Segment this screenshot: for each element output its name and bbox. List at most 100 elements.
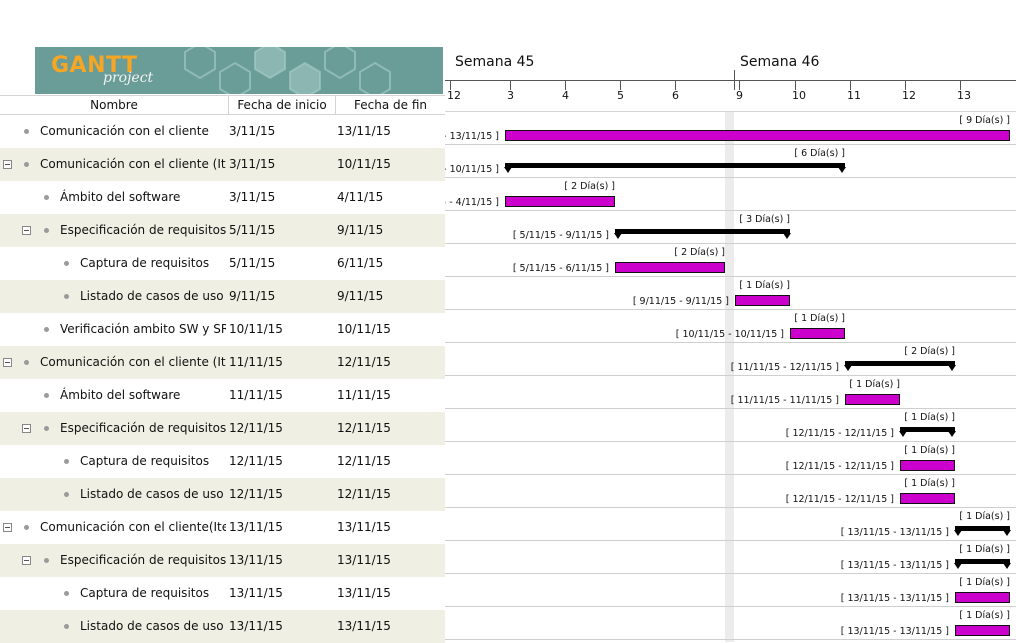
summary-bar[interactable]	[615, 229, 790, 234]
summary-bar[interactable]	[505, 163, 845, 168]
summary-bar[interactable]	[900, 427, 955, 432]
task-start-date[interactable]: 5/11/15	[229, 247, 275, 280]
task-bar[interactable]	[900, 460, 955, 471]
summary-bar[interactable]	[955, 559, 1010, 564]
table-row[interactable]: Verificación ambito SW y SRS 10/11/15 10/1…	[0, 313, 445, 346]
task-end-date[interactable]: 10/11/15	[337, 148, 391, 181]
task-bar[interactable]	[505, 196, 615, 207]
column-header-name[interactable]: Nombre	[0, 95, 228, 115]
task-name[interactable]: Especificación de requisitos	[60, 214, 226, 247]
task-start-date[interactable]: 13/11/15	[229, 544, 283, 577]
task-name[interactable]: Especificación de requisitos	[60, 412, 226, 445]
task-bar[interactable]	[845, 394, 900, 405]
task-name[interactable]: Listado de casos de uso	[80, 478, 226, 511]
table-row[interactable]: Captura de requisitos 5/11/15 6/11/15	[0, 247, 445, 280]
table-row[interactable]: Ámbito del software 3/11/15 4/11/15	[0, 181, 445, 214]
task-end-date[interactable]: 12/11/15	[337, 478, 391, 511]
table-row[interactable]: Listado de casos de uso 13/11/15 13/11/15	[0, 610, 445, 643]
task-name[interactable]: Ámbito del software	[60, 181, 226, 214]
task-name[interactable]: Comunicación con el cliente (Iter...	[40, 148, 226, 181]
duration-label: [ 1 Día(s) ]	[959, 511, 1010, 522]
task-bar[interactable]	[900, 493, 955, 504]
task-name[interactable]: Listado de casos de uso	[80, 280, 226, 313]
task-start-date[interactable]: 13/11/15	[229, 511, 283, 544]
table-row[interactable]: Captura de requisitos 12/11/15 12/11/15	[0, 445, 445, 478]
table-row[interactable]: Comunicación con el cliente (Iter...3/11…	[0, 148, 445, 181]
date-range-label: [ 11/11/15 - 12/11/15 ]	[730, 362, 839, 373]
task-start-date[interactable]: 12/11/15	[229, 412, 283, 445]
table-row[interactable]: Ámbito del software 11/11/15 11/11/15	[0, 379, 445, 412]
collapse-toggle-icon[interactable]	[3, 523, 12, 532]
task-bar[interactable]	[615, 262, 725, 273]
task-end-date[interactable]: 12/11/15	[337, 412, 391, 445]
task-start-date[interactable]: 3/11/15	[229, 148, 275, 181]
task-name[interactable]: Listado de casos de uso	[80, 610, 226, 643]
task-end-date[interactable]: 13/11/15	[337, 610, 391, 643]
task-name[interactable]: Ámbito del software	[60, 379, 226, 412]
task-end-date[interactable]: 9/11/15	[337, 214, 383, 247]
task-start-date[interactable]: 3/11/15	[229, 181, 275, 214]
task-start-date[interactable]: 13/11/15	[229, 610, 283, 643]
column-header-end[interactable]: Fecha de fin	[336, 95, 445, 115]
task-name[interactable]: Comunicación con el cliente (Iter...	[40, 346, 226, 379]
gantt-chart[interactable]: Semana 45 Semana 46 12 3 4 5 6 9 10 11 12 13 [ 9 …	[445, 47, 1016, 642]
collapse-toggle-icon[interactable]	[22, 424, 31, 433]
summary-bar-start-cap	[504, 167, 512, 173]
task-end-date[interactable]: 11/11/15	[337, 379, 391, 412]
column-header-start[interactable]: Fecha de inicio	[229, 95, 335, 115]
summary-bar-end-cap	[838, 167, 846, 173]
summary-bar[interactable]	[955, 526, 1010, 531]
task-start-date[interactable]: 11/11/15	[229, 379, 283, 412]
table-row[interactable]: Especificación de requisitos 5/11/15 9/11/…	[0, 214, 445, 247]
weekend-shading	[725, 112, 734, 642]
table-row[interactable]: Comunicación con el cliente 3/11/15 13/11/…	[0, 115, 445, 148]
task-end-date[interactable]: 13/11/15	[337, 577, 391, 610]
table-row[interactable]: Especificación de requisitos 12/11/15 12/1…	[0, 412, 445, 445]
task-end-date[interactable]: 13/11/15	[337, 544, 391, 577]
table-row[interactable]: Comunicación con el cliente(Itera...13/1…	[0, 511, 445, 544]
task-end-date[interactable]: 6/11/15	[337, 247, 383, 280]
table-row[interactable]: Listado de casos de uso 12/11/15 12/11/15	[0, 478, 445, 511]
task-start-date[interactable]: 3/11/15	[229, 115, 275, 148]
task-bar[interactable]	[790, 328, 845, 339]
task-start-date[interactable]: 11/11/15	[229, 346, 283, 379]
task-name[interactable]: Captura de requisitos	[80, 577, 226, 610]
date-range-label: [ 5/11/15 - 6/11/15 ]	[512, 263, 609, 274]
task-start-date[interactable]: 10/11/15	[229, 313, 283, 346]
task-name[interactable]: Comunicación con el cliente	[40, 115, 226, 148]
task-name[interactable]: Comunicación con el cliente(Itera...	[40, 511, 226, 544]
summary-bar[interactable]	[845, 361, 955, 366]
task-end-date[interactable]: 12/11/15	[337, 445, 391, 478]
task-start-date[interactable]: 9/11/15	[229, 280, 275, 313]
collapse-toggle-icon[interactable]	[22, 556, 31, 565]
task-bar[interactable]	[955, 592, 1010, 603]
task-end-date[interactable]: 13/11/15	[337, 115, 391, 148]
task-end-date[interactable]: 10/11/15	[337, 313, 391, 346]
task-end-date[interactable]: 4/11/15	[337, 181, 383, 214]
task-bar[interactable]	[735, 295, 790, 306]
date-range-label: [ 12/11/15 - 12/11/15 ]	[785, 428, 894, 439]
task-start-date[interactable]: 13/11/15	[229, 577, 283, 610]
table-row[interactable]: Listado de casos de uso 9/11/15 9/11/15	[0, 280, 445, 313]
task-name[interactable]: Verificación ambito SW y SRS	[60, 313, 226, 346]
task-end-date[interactable]: 12/11/15	[337, 346, 391, 379]
task-start-date[interactable]: 12/11/15	[229, 445, 283, 478]
task-end-date[interactable]: 13/11/15	[337, 511, 391, 544]
task-name[interactable]: Especificación de requisitos	[60, 544, 226, 577]
day-label: 12	[902, 89, 916, 102]
table-row[interactable]: Comunicación con el cliente (Iter...11/1…	[0, 346, 445, 379]
task-start-date[interactable]: 12/11/15	[229, 478, 283, 511]
chart-row-divider	[445, 144, 1016, 145]
collapse-toggle-icon[interactable]	[3, 358, 12, 367]
collapse-toggle-icon[interactable]	[22, 226, 31, 235]
task-bar[interactable]	[955, 625, 1010, 636]
table-row[interactable]: Especificación de requisitos 13/11/15 13/1…	[0, 544, 445, 577]
task-bar[interactable]	[505, 130, 1010, 141]
chart-row-divider	[445, 210, 1016, 211]
task-start-date[interactable]: 5/11/15	[229, 214, 275, 247]
task-name[interactable]: Captura de requisitos	[80, 445, 226, 478]
task-name[interactable]: Captura de requisitos	[80, 247, 226, 280]
table-row[interactable]: Captura de requisitos 13/11/15 13/11/15	[0, 577, 445, 610]
task-end-date[interactable]: 9/11/15	[337, 280, 383, 313]
collapse-toggle-icon[interactable]	[3, 160, 12, 169]
